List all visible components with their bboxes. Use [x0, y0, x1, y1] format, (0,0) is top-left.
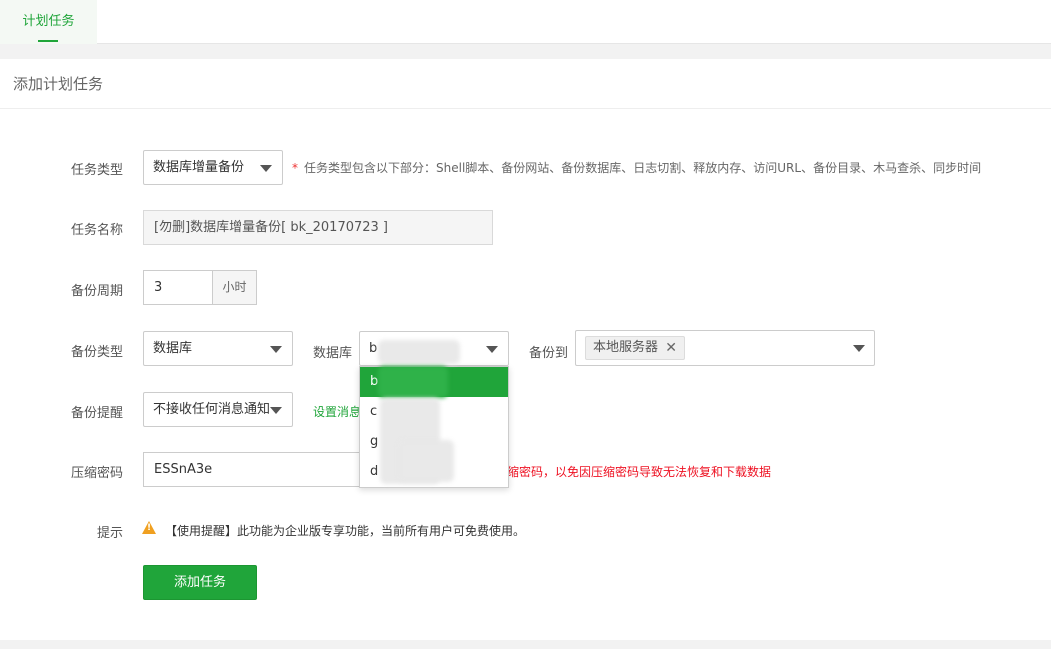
backup-notify-select[interactable]: 不接收任何消息通知	[143, 392, 293, 427]
redaction-overlay	[378, 340, 460, 364]
warning-icon: !	[142, 521, 156, 534]
backup-to-label: 备份到	[529, 346, 569, 361]
add-task-button[interactable]: 添加任务	[143, 565, 257, 600]
backup-type-select[interactable]: 数据库	[143, 331, 293, 366]
tab-scheduled-tasks[interactable]: 计划任务	[0, 0, 97, 44]
panel-title: 添加计划任务	[0, 59, 1051, 109]
task-type-hint: * 任务类型包含以下部分：Shell脚本、备份网站、备份数据库、日志切割、释放内存…	[292, 159, 981, 176]
task-type-select[interactable]: 数据库增量备份	[143, 150, 283, 185]
backup-notify-label: 备份提醒	[70, 406, 123, 421]
backup-type-value: 数据库	[153, 341, 193, 356]
tip-text: 【使用提醒】此功能为企业版专享功能，当前所有用户可免费使用。	[165, 524, 526, 538]
destination-tag: 本地服务器 ✕	[585, 336, 686, 360]
notify-settings-link[interactable]: 设置消息	[313, 403, 361, 420]
compress-password-input[interactable]: ESSnA3e	[143, 452, 373, 487]
tab-label: 计划任务	[22, 14, 75, 29]
destination-tag-label: 本地服务器	[593, 340, 659, 355]
tip-label: 提示	[96, 526, 123, 541]
chevron-down-icon	[853, 345, 865, 352]
compress-password-hint: 缩密码，以免因压缩密码导致无法恢复和下载数据	[507, 465, 772, 479]
chevron-down-icon	[270, 407, 282, 414]
backup-type-label: 备份类型	[70, 345, 123, 360]
close-icon[interactable]: ✕	[665, 337, 677, 359]
chevron-down-icon	[486, 346, 498, 353]
chevron-down-icon	[270, 346, 282, 353]
active-tab-indicator	[38, 40, 58, 42]
required-star: *	[292, 161, 298, 175]
warning-icon-mark: !	[147, 523, 152, 533]
task-type-label: 任务类型	[70, 163, 123, 178]
chevron-down-icon	[260, 165, 272, 172]
top-tab-bar: 计划任务	[0, 0, 1051, 44]
task-name-label: 任务名称	[70, 223, 123, 238]
database-label: 数据库	[313, 346, 353, 361]
backup-cycle-label: 备份周期	[70, 284, 123, 299]
task-type-value: 数据库增量备份	[153, 160, 245, 175]
database-value: b	[369, 341, 378, 356]
task-type-hint-text: 任务类型包含以下部分：Shell脚本、备份网站、备份数据库、日志切割、释放内存、…	[304, 161, 982, 175]
redaction-overlay	[378, 366, 448, 398]
compress-password-label: 压缩密码	[70, 466, 123, 481]
backup-cycle-unit: 小时	[213, 270, 257, 305]
backup-destination-multiselect[interactable]: 本地服务器 ✕	[575, 330, 875, 366]
redaction-overlay	[398, 440, 454, 482]
backup-notify-value: 不接收任何消息通知	[153, 402, 271, 417]
task-name-input[interactable]: [勿删]数据库增量备份[ bk_20170723 ]	[143, 210, 493, 245]
backup-cycle-input[interactable]: 3	[143, 270, 213, 305]
